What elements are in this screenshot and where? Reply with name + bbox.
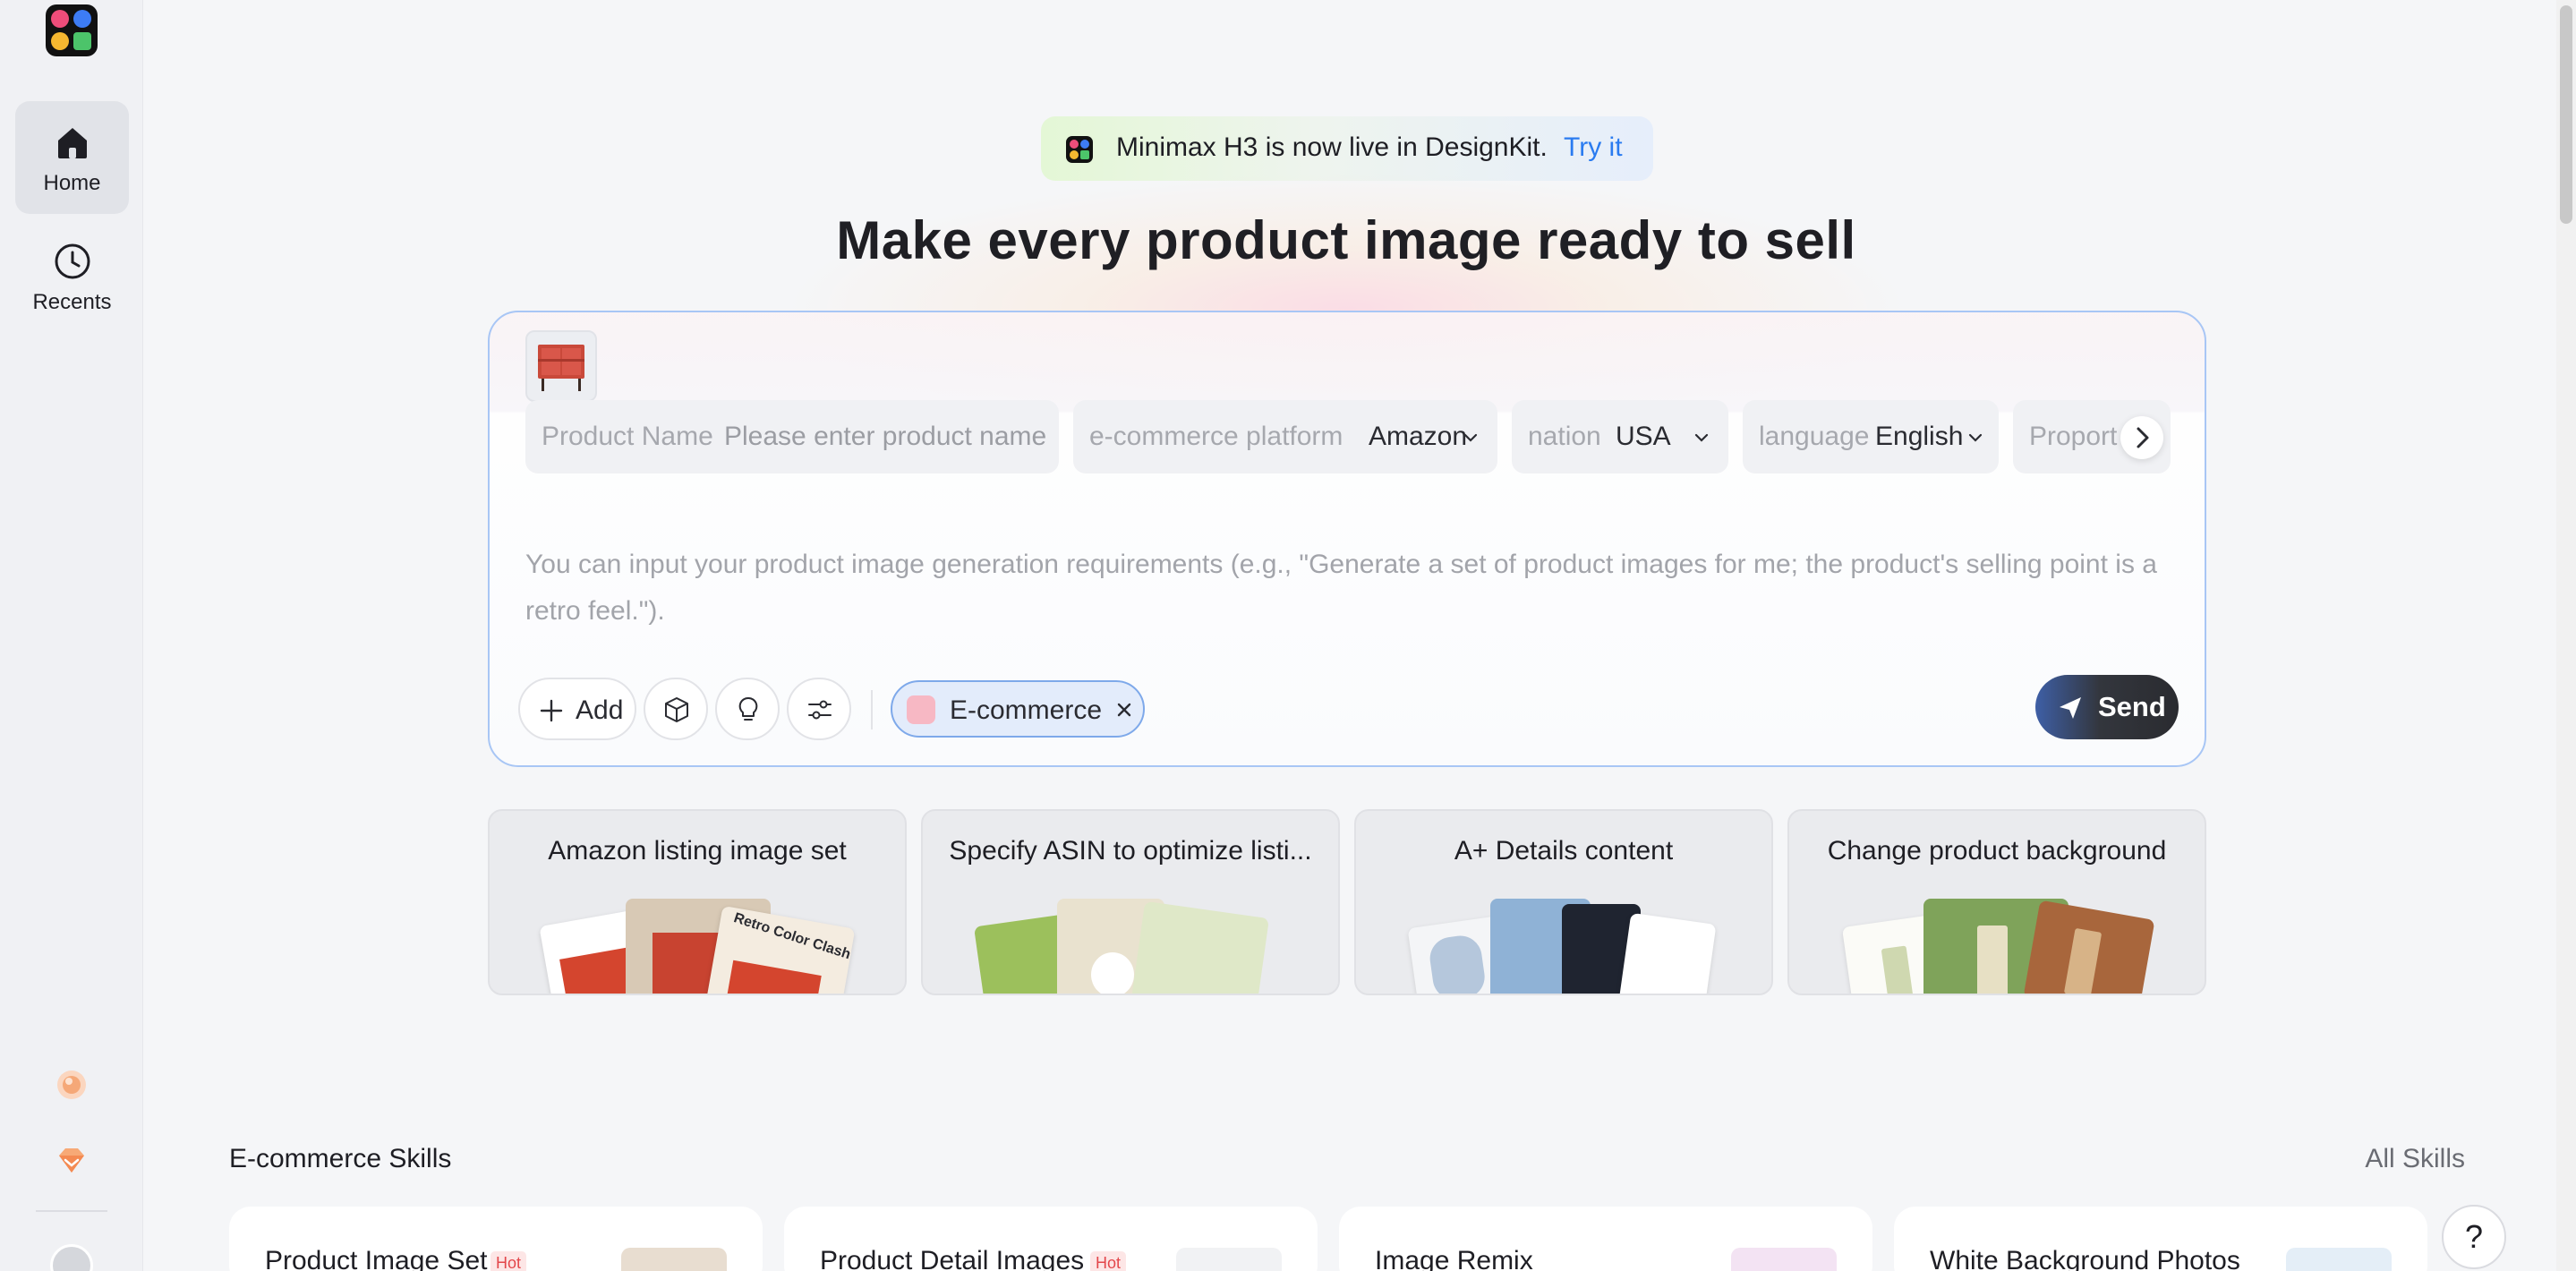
chevron-down-icon: [1968, 433, 1983, 442]
all-skills-link[interactable]: All Skills: [2365, 1144, 2465, 1174]
banner-text: Minimax H3 is now live in DesignKit.: [1116, 132, 1548, 162]
skill-card-product-detail-images[interactable]: Product Detail Images Hot: [784, 1207, 1318, 1271]
skill-thumbnail: [1731, 1248, 1837, 1271]
vertical-scrollbar[interactable]: [2556, 0, 2576, 1271]
credits-icon[interactable]: [54, 1067, 90, 1103]
skill-name: Image Remix: [1375, 1246, 1533, 1271]
skill-thumbnail: [621, 1248, 727, 1271]
lightbulb-icon: [738, 696, 758, 721]
quick-card-asin-optimize[interactable]: Specify ASIN to optimize listi...: [921, 809, 1340, 995]
quick-card-amazon-listing[interactable]: Amazon listing image set Retro Color Cla…: [488, 809, 907, 995]
plus-icon: [540, 699, 563, 722]
nation-select[interactable]: nation USA: [1512, 400, 1728, 473]
skill-card-white-background[interactable]: White Background Photos: [1894, 1207, 2427, 1271]
language-label: language: [1759, 422, 1870, 451]
quick-card-title: Change product background: [1827, 836, 2167, 866]
skill-card-product-image-set[interactable]: Product Image Set Hot: [229, 1207, 763, 1271]
chip-label: E-commerce: [950, 695, 1103, 725]
product-name-field[interactable]: Product Name Please enter product name: [525, 400, 1059, 473]
quick-card-a-plus-content[interactable]: A+ Details content: [1354, 809, 1773, 995]
product-name-label: Product Name: [542, 422, 713, 451]
inspiration-button[interactable]: [715, 678, 780, 740]
skill-card-image-remix[interactable]: Image Remix: [1339, 1207, 1872, 1271]
proportion-label: Proport: [2029, 422, 2118, 451]
close-icon[interactable]: [1114, 700, 1134, 720]
sidebar-item-label: Home: [43, 171, 101, 195]
toolbar-divider: [871, 690, 873, 729]
card-preview-image: [1618, 912, 1717, 994]
scrollbar-thumb[interactable]: [2560, 5, 2572, 224]
hot-badge: Hot: [490, 1251, 527, 1271]
skill-name: White Background Photos: [1930, 1246, 2240, 1271]
gem-icon[interactable]: [54, 1142, 90, 1178]
sliders-icon: [808, 700, 832, 720]
preview-caption: Retro Color Clash: [731, 910, 853, 963]
nation-label: nation: [1528, 422, 1601, 451]
nation-value: USA: [1616, 422, 1671, 451]
sidebar-divider: [36, 1210, 107, 1212]
prompt-input[interactable]: You can input your product image generat…: [525, 542, 2172, 635]
skill-name: Product Image Set: [265, 1246, 488, 1271]
ecommerce-chip[interactable]: E-commerce: [891, 680, 1145, 738]
sidebar-item-home[interactable]: Home: [15, 101, 129, 214]
page-title: Make every product image ready to sell: [0, 209, 2576, 271]
composer-card: Product Name Please enter product name e…: [488, 311, 2206, 767]
chevron-right-icon: [2137, 427, 2149, 448]
quick-card-title: A+ Details content: [1454, 836, 1674, 866]
ecommerce-icon: [907, 695, 935, 724]
send-button-label: Send: [2098, 691, 2166, 722]
app-logo[interactable]: [46, 4, 98, 56]
card-preview-image: Retro Color Clash: [705, 905, 856, 994]
chevron-down-icon: [1694, 433, 1709, 442]
quick-card-title: Specify ASIN to optimize listi...: [949, 836, 1312, 866]
home-icon: [58, 128, 87, 158]
product-thumbnail[interactable]: [525, 330, 597, 402]
sidebar: Home Recents: [0, 0, 143, 1271]
section-title: E-commerce Skills: [229, 1144, 452, 1173]
help-button[interactable]: ?: [2442, 1205, 2506, 1269]
language-value: English: [1875, 422, 1964, 451]
chevron-down-icon: [1463, 433, 1478, 442]
platform-label: e-commerce platform: [1089, 422, 1343, 451]
platform-select[interactable]: e-commerce platform Amazon: [1073, 400, 1497, 473]
fields-scroll-right-button[interactable]: [2120, 416, 2163, 459]
page-title-text: Make every product image ready to sell: [836, 210, 1856, 270]
avatar[interactable]: [50, 1244, 93, 1271]
send-icon: [2060, 697, 2081, 719]
send-button[interactable]: Send: [2035, 675, 2179, 739]
skill-thumbnail: [2286, 1248, 2392, 1271]
add-button[interactable]: Add: [518, 678, 636, 740]
add-button-label: Add: [576, 695, 624, 725]
designkit-logo-icon: [1066, 136, 1093, 163]
skill-thumbnail: [1176, 1248, 1282, 1271]
quick-card-title: Amazon listing image set: [548, 836, 847, 866]
cabinet-image-icon: [538, 345, 584, 391]
platform-value: Amazon: [1369, 422, 1468, 451]
settings-button[interactable]: [787, 678, 851, 740]
model-3d-button[interactable]: [644, 678, 708, 740]
cube-icon: [665, 697, 688, 722]
language-select[interactable]: language English: [1743, 400, 1999, 473]
sidebar-item-label: Recents: [32, 290, 112, 314]
card-preview-image: [1131, 900, 1269, 994]
banner-try-link[interactable]: Try it: [1564, 132, 1623, 163]
product-name-input[interactable]: Please enter product name: [724, 422, 1046, 452]
hot-badge: Hot: [1090, 1251, 1127, 1271]
skill-name: Product Detail Images: [820, 1246, 1085, 1271]
card-preview-image: [2023, 900, 2155, 994]
quick-card-change-background[interactable]: Change product background: [1787, 809, 2206, 995]
